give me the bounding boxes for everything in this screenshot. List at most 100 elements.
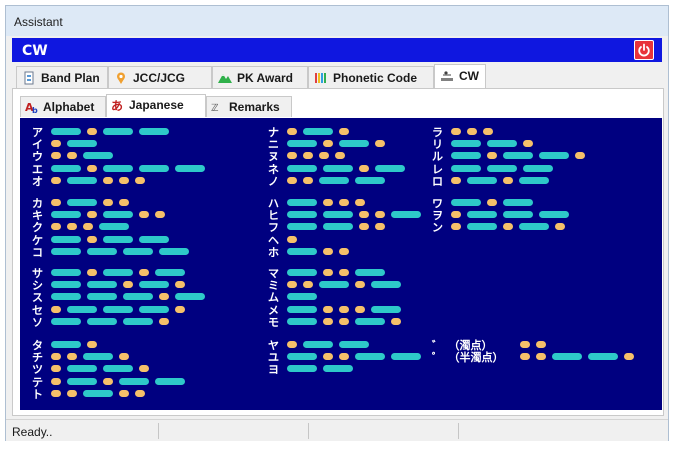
morse-dit <box>323 305 333 313</box>
morse-dah <box>287 223 317 231</box>
tab-remarks[interactable]: ℤ Remarks <box>206 96 292 117</box>
morse-dah <box>139 305 169 313</box>
morse-dit <box>503 176 513 184</box>
morse-dah <box>303 128 333 135</box>
morse-dit <box>87 341 97 348</box>
morse-dit <box>520 353 530 361</box>
morse-dit <box>503 223 513 231</box>
morse-dit <box>555 223 565 231</box>
kana-character: モ <box>268 315 279 329</box>
morse-dit <box>319 152 329 160</box>
morse-dah <box>51 281 81 289</box>
power-button[interactable] <box>634 40 654 60</box>
morse-dit <box>287 235 297 243</box>
morse-dah <box>99 223 129 231</box>
morse-dit <box>339 269 349 276</box>
morse-dit <box>303 281 313 289</box>
tab-phonetic-code[interactable]: Phonetic Code <box>308 66 434 88</box>
morse-dah <box>119 377 149 385</box>
morse-dah <box>588 353 618 361</box>
morse-dit <box>51 377 61 385</box>
kana-character: ロ <box>432 174 443 188</box>
tab-japanese[interactable]: あ Japanese <box>106 94 206 117</box>
morse-dah <box>51 269 81 276</box>
morse-dit <box>536 353 546 361</box>
morse-dah <box>467 211 497 219</box>
morse-dit <box>287 152 297 160</box>
header-title: CW <box>22 43 48 59</box>
morse-dah <box>287 353 317 361</box>
morse-dah <box>503 211 533 219</box>
morse-dit <box>359 164 369 172</box>
status-divider <box>158 423 159 439</box>
tab-band-plan[interactable]: Band Plan <box>16 66 108 88</box>
morse-dit <box>520 341 530 348</box>
morse-dah <box>339 140 369 148</box>
morse-dit <box>335 152 345 160</box>
morse-dit <box>536 341 546 348</box>
morse-dah <box>67 140 97 148</box>
morse-dah <box>51 164 81 172</box>
kana-character: コ <box>32 245 43 259</box>
morse-dit <box>487 199 497 206</box>
tab-alphabet[interactable]: Ab Alphabet <box>20 96 106 117</box>
morse-dah <box>139 128 169 135</box>
morse-dah <box>287 140 317 148</box>
morse-dah <box>139 281 169 289</box>
morse-dah <box>123 317 153 325</box>
mountain-icon <box>218 74 232 83</box>
morse-dah <box>355 176 385 184</box>
morse-dit <box>375 223 385 231</box>
alphabet-icon: Ab <box>25 101 38 114</box>
tab-jcc-jcg[interactable]: JCC/JCG <box>108 66 212 88</box>
morse-dah <box>503 199 533 206</box>
morse-dit <box>103 199 113 206</box>
morse-dit <box>135 176 145 184</box>
morse-dah <box>175 164 205 172</box>
morse-dit <box>119 199 129 206</box>
morse-dit <box>451 176 461 184</box>
morse-dah <box>552 353 582 361</box>
morse-dah <box>355 317 385 325</box>
title-bar[interactable]: Assistant <box>6 6 668 36</box>
morse-dit <box>67 223 77 231</box>
morse-dah <box>355 269 385 276</box>
morse-dah <box>287 305 317 313</box>
morse-dah <box>303 341 333 348</box>
morse-dit <box>139 365 149 373</box>
morse-dit <box>523 140 533 148</box>
morse-dah <box>51 341 81 348</box>
morse-dit <box>103 176 113 184</box>
morse-dit <box>451 223 461 231</box>
morse-dah <box>451 164 481 172</box>
morse-dit <box>355 281 365 289</box>
morse-dit <box>119 389 129 397</box>
window-title: Assistant <box>14 15 63 29</box>
morse-dit <box>51 140 61 148</box>
morse-dit <box>159 317 169 325</box>
morse-dah <box>83 389 113 397</box>
tab-pk-award[interactable]: PK Award <box>212 66 308 88</box>
morse-dit <box>451 128 461 135</box>
morse-dit <box>175 281 185 289</box>
morse-dit <box>375 211 385 219</box>
morse-dit <box>51 389 61 397</box>
morse-dah <box>67 305 97 313</box>
morse-dah <box>103 365 133 373</box>
morse-dah <box>523 164 553 172</box>
morse-dah <box>487 140 517 148</box>
morse-dit <box>51 199 61 206</box>
morse-dah <box>67 199 97 206</box>
morse-dah <box>51 247 81 255</box>
morse-dit <box>339 317 349 325</box>
status-text: Ready.. <box>12 425 53 439</box>
morse-dah <box>319 281 349 289</box>
morse-dit <box>355 305 365 313</box>
morse-dah <box>175 293 205 301</box>
morse-dit <box>355 199 365 206</box>
morse-dah <box>83 152 113 160</box>
tab-cw[interactable]: CW <box>434 64 486 88</box>
morse-dit <box>323 199 333 206</box>
morse-dah <box>103 269 133 276</box>
map-pin-icon <box>117 72 125 84</box>
